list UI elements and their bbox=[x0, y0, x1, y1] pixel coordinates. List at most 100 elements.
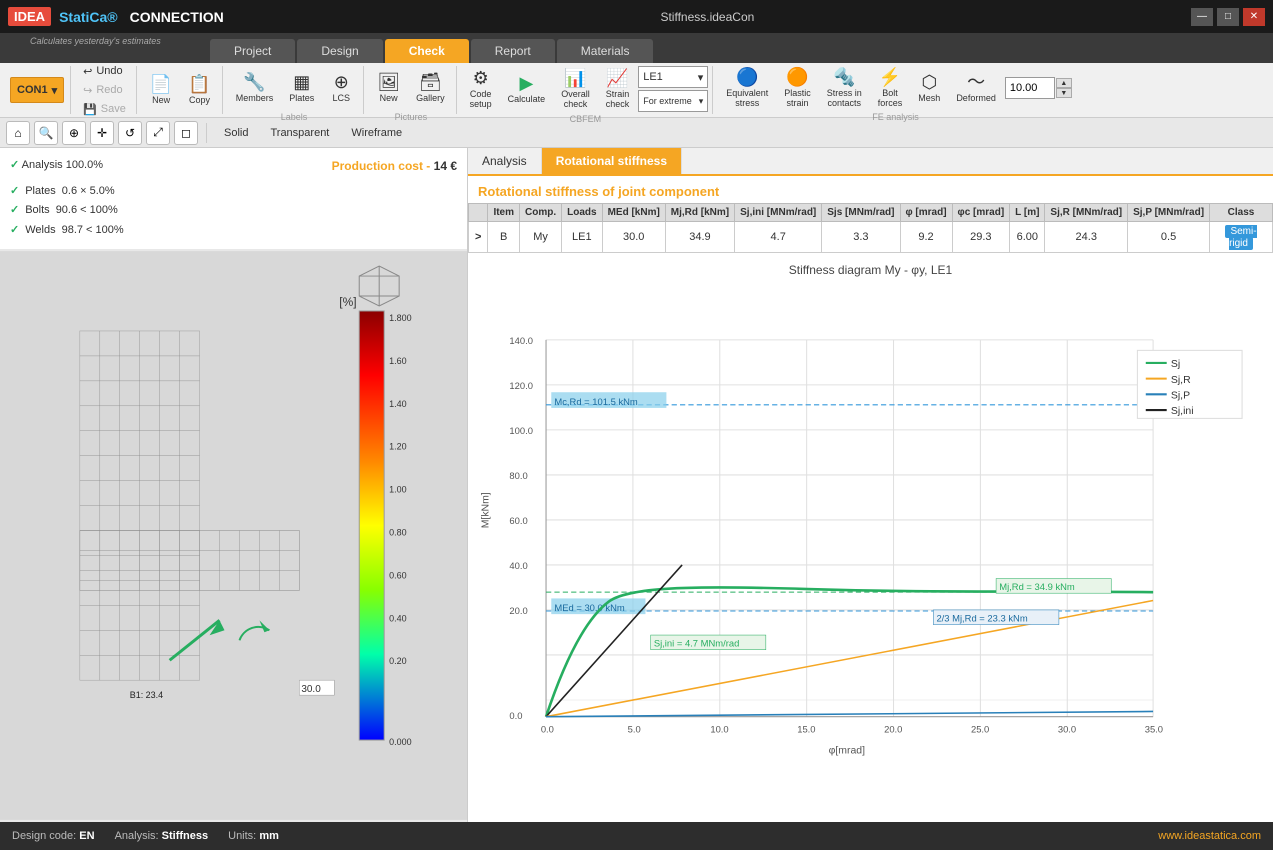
col-l: L [m] bbox=[1010, 204, 1045, 222]
tab-project[interactable]: Project bbox=[210, 39, 295, 63]
fit-button[interactable]: ⤢ bbox=[146, 121, 170, 145]
svg-text:Sj: Sj bbox=[1171, 359, 1180, 370]
strain-check-button[interactable]: 📈 Strain check bbox=[599, 67, 637, 111]
semi-rigid-badge: Semi-rigid bbox=[1225, 225, 1256, 250]
fe-analysis-section-label: FE analysis bbox=[872, 112, 919, 122]
col-sjs: Sjs [MNm/rad] bbox=[822, 204, 900, 222]
svg-text:1.20: 1.20 bbox=[389, 442, 406, 452]
plastic-strain-button[interactable]: 🟠 Plastic strain bbox=[777, 66, 818, 110]
tab-check[interactable]: Check bbox=[385, 39, 469, 63]
connection-text: CONNECTION bbox=[130, 9, 224, 25]
redo-button[interactable]: ↪Redo bbox=[77, 82, 132, 99]
tab-materials[interactable]: Materials bbox=[557, 39, 654, 63]
le1-selector[interactable]: LE1▾ bbox=[638, 66, 708, 88]
code-setup-button[interactable]: ⚙ Code setup bbox=[463, 67, 499, 111]
toolbar: CON1 ▾ ↩Undo ↪Redo 💾Save 📄 New 📋 Copy 🔧 bbox=[0, 63, 1273, 118]
con-selector-section: CON1 ▾ bbox=[4, 66, 71, 114]
spin-down-button[interactable]: ▼ bbox=[1056, 88, 1072, 98]
model-view[interactable]: [%] 1.800 bbox=[0, 249, 467, 822]
search-button[interactable]: 🔍 bbox=[34, 121, 58, 145]
undo-button[interactable]: ↩Undo bbox=[77, 63, 132, 80]
cell-item: B bbox=[488, 222, 520, 253]
svg-text:30.0: 30.0 bbox=[1058, 723, 1076, 734]
members-button[interactable]: 🔧 Members bbox=[229, 66, 281, 110]
lcs-button[interactable]: ⊕ LCS bbox=[323, 66, 359, 110]
check-info: ✓ Analysis 100.0% Production cost - 14 €… bbox=[0, 148, 467, 249]
svg-text:Mc,Rd = 101.5 kNm: Mc,Rd = 101.5 kNm bbox=[554, 396, 638, 407]
svg-text:φ[mrad]: φ[mrad] bbox=[829, 745, 865, 756]
design-code-value: EN bbox=[79, 830, 94, 842]
number-input[interactable] bbox=[1005, 77, 1055, 99]
for-extreme-selector[interactable]: For extreme▾ bbox=[638, 90, 708, 112]
logo-area: IDEA StatiCa® CONNECTION bbox=[8, 7, 224, 26]
home-button[interactable]: ⌂ bbox=[6, 121, 30, 145]
col-phi: φ [mrad] bbox=[900, 204, 952, 222]
new-button[interactable]: 📄 New bbox=[143, 68, 179, 112]
refresh-button[interactable]: ↺ bbox=[118, 121, 142, 145]
svg-text:1.60: 1.60 bbox=[389, 356, 406, 366]
zoom-button[interactable]: ⊕ bbox=[62, 121, 86, 145]
svg-text:10.0: 10.0 bbox=[710, 723, 728, 734]
cell-mjrd: 34.9 bbox=[665, 222, 734, 253]
svg-text:60.0: 60.0 bbox=[509, 515, 527, 526]
stress-contacts-button[interactable]: 🔩 Stress in contacts bbox=[820, 66, 869, 110]
window-controls: — □ ✕ bbox=[1191, 8, 1265, 26]
undo-redo-section: ↩Undo ↪Redo 💾Save bbox=[73, 66, 137, 114]
overall-check-button[interactable]: 📊 Overall check bbox=[554, 67, 597, 111]
copy-button[interactable]: 📋 Copy bbox=[181, 68, 217, 112]
new-picture-button[interactable]: 🖼 New bbox=[370, 66, 407, 110]
main-content: ✓ Analysis 100.0% Production cost - 14 €… bbox=[0, 148, 1273, 822]
deformed-button[interactable]: 〜 Deformed bbox=[949, 66, 1003, 110]
svg-text:140.0: 140.0 bbox=[509, 335, 533, 346]
gallery-button[interactable]: 🗃 Gallery bbox=[409, 66, 452, 110]
svg-text:20.0: 20.0 bbox=[884, 723, 902, 734]
col-sjini: Sj,ini [MNm/rad] bbox=[735, 204, 822, 222]
plates-button[interactable]: ▦ Plates bbox=[282, 66, 321, 110]
left-panel: ✓ Analysis 100.0% Production cost - 14 €… bbox=[0, 148, 468, 822]
website-link[interactable]: www.ideastatica.com bbox=[1158, 830, 1261, 842]
spin-up-button[interactable]: ▲ bbox=[1056, 78, 1072, 88]
table-row: > B My LE1 30.0 34.9 4.7 3.3 9.2 29.3 6.… bbox=[469, 222, 1273, 253]
cell-loads: LE1 bbox=[562, 222, 602, 253]
value-label: 30.0 bbox=[301, 684, 321, 695]
wireframe-button[interactable]: Wireframe bbox=[342, 123, 411, 143]
solid-button[interactable]: Solid bbox=[215, 123, 257, 143]
mesh-button[interactable]: ⬡ Mesh bbox=[911, 66, 947, 110]
svg-text:M[kNm]: M[kNm] bbox=[480, 492, 491, 528]
close-button[interactable]: ✕ bbox=[1243, 8, 1265, 26]
svg-text:0.0: 0.0 bbox=[509, 710, 522, 721]
transparent-button[interactable]: Transparent bbox=[261, 123, 338, 143]
save-button[interactable]: 💾Save bbox=[77, 101, 132, 118]
tab-analysis[interactable]: Analysis bbox=[468, 148, 542, 174]
minimize-button[interactable]: — bbox=[1191, 8, 1213, 26]
con-selector[interactable]: CON1 ▾ bbox=[10, 77, 64, 103]
col-med: MEd [kNm] bbox=[602, 204, 665, 222]
svg-text:Sj,ini: Sj,ini bbox=[1171, 406, 1194, 417]
bolt-forces-button[interactable]: ⚡ Bolt forces bbox=[871, 66, 910, 110]
col-expand bbox=[469, 204, 488, 222]
chart-svg: Mc,Rd = 101.5 kNm MEd = 30.0 kNm bbox=[478, 282, 1263, 806]
titlebar: IDEA StatiCa® CONNECTION Stiffness.ideaC… bbox=[0, 0, 1273, 33]
table-header-row: Item Comp. Loads MEd [kNm] Mj,Rd [kNm] S… bbox=[469, 204, 1273, 222]
units-item: Units: mm bbox=[228, 830, 279, 842]
cube-button[interactable]: ◻ bbox=[174, 121, 198, 145]
cell-sjs: 3.3 bbox=[822, 222, 900, 253]
calculate-button[interactable]: ▶ Calculate bbox=[501, 67, 553, 111]
tab-design[interactable]: Design bbox=[297, 39, 382, 63]
tab-rotational-stiffness[interactable]: Rotational stiffness bbox=[542, 148, 682, 174]
diagram-title: Stiffness diagram My - φy, LE1 bbox=[478, 263, 1263, 277]
col-sjr: Sj,R [MNm/rad] bbox=[1045, 204, 1128, 222]
svg-text:1.00: 1.00 bbox=[389, 485, 406, 495]
view-separator bbox=[206, 123, 207, 143]
labels-section-label: Labels bbox=[281, 112, 308, 122]
svg-text:MEd = 30.0 kNm: MEd = 30.0 kNm bbox=[554, 602, 624, 613]
move-button[interactable]: ✛ bbox=[90, 121, 114, 145]
tab-report[interactable]: Report bbox=[471, 39, 555, 63]
new-copy-section: 📄 New 📋 Copy bbox=[139, 66, 223, 114]
maximize-button[interactable]: □ bbox=[1217, 8, 1239, 26]
app-name: StatiCa® bbox=[59, 9, 118, 25]
equivalent-stress-button[interactable]: 🔵 Equivalent stress bbox=[719, 66, 775, 110]
check-row-welds: ✓ Welds 98.7 < 100% bbox=[10, 221, 457, 241]
cell-comp: My bbox=[520, 222, 562, 253]
expand-button[interactable]: > bbox=[475, 231, 481, 243]
